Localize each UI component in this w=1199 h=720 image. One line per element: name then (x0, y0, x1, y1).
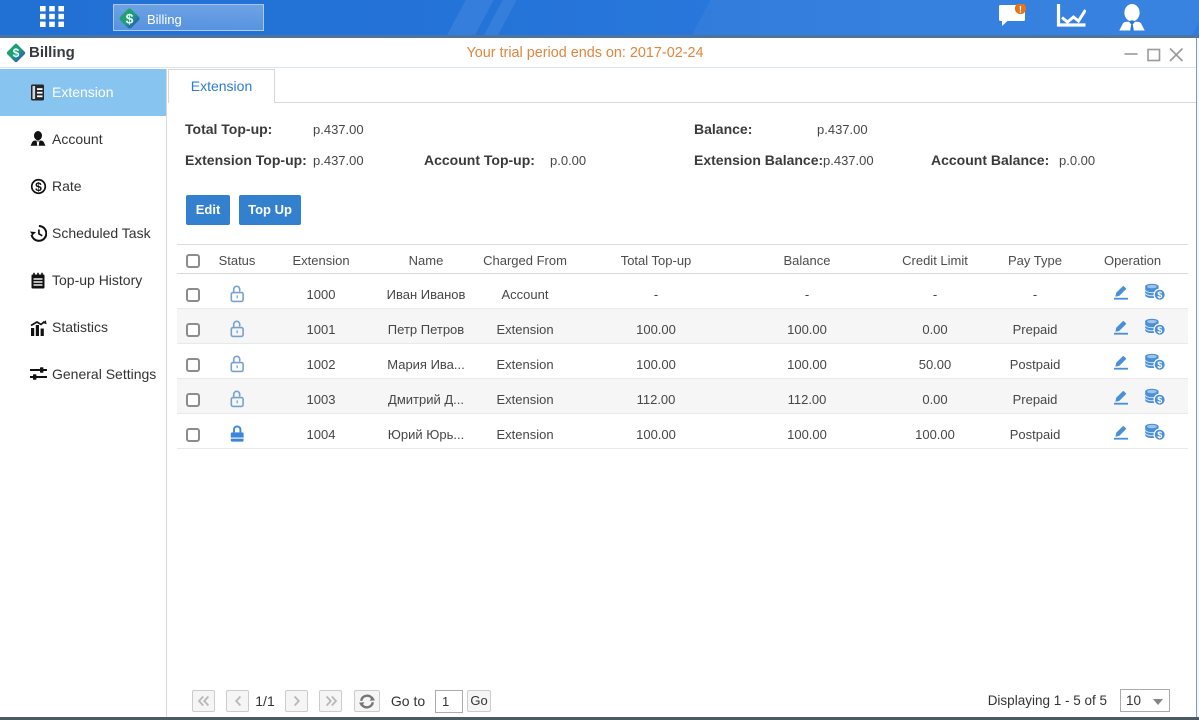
svg-text:!: ! (1019, 4, 1022, 15)
svg-text:$: $ (1157, 430, 1162, 440)
svg-text:$: $ (1157, 290, 1162, 300)
svg-text:$: $ (1157, 395, 1162, 405)
svg-text:$: $ (1157, 325, 1162, 335)
svg-text:$: $ (35, 180, 42, 194)
svg-text:$: $ (126, 10, 134, 26)
svg-text:$: $ (1157, 360, 1162, 370)
